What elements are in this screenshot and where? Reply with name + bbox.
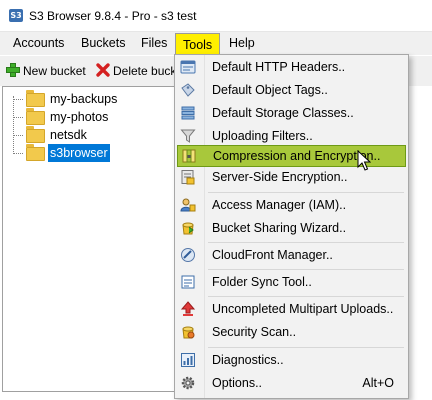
- menu-item-diagnostics[interactable]: Diagnostics..: [177, 349, 406, 371]
- menu-item-uploading-filters[interactable]: Uploading Filters..: [177, 125, 406, 147]
- menu-item-label: Uploading Filters..: [212, 129, 313, 143]
- security-scan-icon: [182, 326, 195, 339]
- menu-item-label: CloudFront Manager..: [212, 248, 333, 262]
- storage-classes-icon: [181, 106, 195, 120]
- cloudfront-icon: [181, 248, 195, 262]
- menu-files[interactable]: Files: [134, 32, 174, 55]
- delete-bucket-label: Delete buck: [113, 64, 177, 78]
- menu-item-label: Bucket Sharing Wizard..: [212, 221, 347, 235]
- menu-item-label: Default HTTP Headers..: [212, 60, 346, 74]
- menu-separator: [208, 242, 404, 243]
- mouse-cursor-icon: [357, 150, 371, 171]
- plus-icon: [6, 63, 20, 77]
- menu-item-label: Default Object Tags..: [212, 83, 328, 97]
- menu-item-label: Folder Sync Tool..: [212, 275, 312, 289]
- menu-separator: [208, 347, 404, 348]
- menu-item-label: Uncompleted Multipart Uploads..: [212, 302, 394, 316]
- menu-item-default-object-tags[interactable]: Default Object Tags..: [177, 79, 406, 101]
- delete-x-icon: [96, 63, 110, 77]
- folder-sync-icon: [181, 275, 195, 289]
- menu-item-security-scan[interactable]: Security Scan..: [177, 321, 406, 343]
- menu-item-label: Security Scan..: [212, 325, 297, 339]
- menu-item-label: Access Manager (IAM)..: [212, 198, 347, 212]
- menu-item-folder-sync-tool[interactable]: Folder Sync Tool..: [177, 271, 406, 293]
- title-bar: S3 S3 Browser 9.8.4 - Pro - s3 test: [0, 0, 432, 32]
- menu-item-default-http-headers[interactable]: Default HTTP Headers..: [177, 56, 406, 78]
- menu-help[interactable]: Help: [222, 32, 262, 55]
- folder-icon: [26, 90, 45, 107]
- menu-item-shortcut: Alt+O: [362, 376, 394, 390]
- menu-bar: Accounts Buckets Files Tools Help: [0, 32, 432, 56]
- menu-item-options[interactable]: Options.. Alt+O: [177, 372, 406, 394]
- access-manager-icon: [180, 198, 196, 212]
- folder-icon: [26, 108, 45, 125]
- menu-item-label: Diagnostics..: [212, 353, 284, 367]
- menu-item-cloudfront-manager[interactable]: CloudFront Manager..: [177, 244, 406, 266]
- bucket-tree[interactable]: my-backups my-photos netsdk s3browser: [2, 86, 178, 392]
- menu-item-access-manager[interactable]: Access Manager (IAM)..: [177, 194, 406, 216]
- compression-icon: [182, 149, 196, 163]
- gear-icon: [181, 376, 195, 390]
- folder-icon: [26, 144, 45, 161]
- menu-tools[interactable]: Tools: [175, 33, 221, 56]
- tree-item-label: my-backups: [50, 92, 118, 106]
- menu-item-server-side-encryption[interactable]: Server-Side Encryption..: [177, 166, 406, 188]
- menu-item-label: Compression and Encryption..: [213, 149, 381, 163]
- folder-icon: [26, 126, 45, 143]
- delete-bucket-button[interactable]: Delete buck: [95, 62, 176, 80]
- menu-buckets[interactable]: Buckets: [74, 32, 132, 55]
- sharing-icon: [182, 222, 194, 235]
- menu-item-uncompleted-multipart-uploads[interactable]: Uncompleted Multipart Uploads..: [177, 298, 406, 320]
- filter-icon: [180, 129, 196, 143]
- menu-item-label: Default Storage Classes..: [212, 106, 354, 120]
- menu-item-bucket-sharing-wizard[interactable]: Bucket Sharing Wizard..: [177, 217, 406, 239]
- http-headers-icon: [180, 60, 196, 74]
- menu-separator: [208, 269, 404, 270]
- tags-icon: [181, 83, 195, 97]
- app-icon: S3: [9, 9, 23, 22]
- tree-item-label: netsdk: [50, 128, 87, 142]
- menu-item-default-storage-classes[interactable]: Default Storage Classes..: [177, 102, 406, 124]
- menu-item-label: Server-Side Encryption..: [212, 170, 348, 184]
- new-bucket-button[interactable]: New bucket: [5, 62, 86, 80]
- menu-separator: [208, 192, 404, 193]
- menu-accounts[interactable]: Accounts: [6, 32, 71, 55]
- menu-item-compression-encryption[interactable]: Compression and Encryption..: [177, 145, 406, 167]
- multipart-upload-icon: [180, 301, 196, 316]
- tree-item-label: s3browser: [48, 144, 110, 162]
- menu-separator: [208, 296, 404, 297]
- new-bucket-label: New bucket: [23, 64, 86, 78]
- tree-item-label: my-photos: [50, 110, 109, 124]
- window-title: S3 Browser 9.8.4 - Pro - s3 test: [29, 9, 197, 23]
- menu-item-label: Options..: [212, 376, 263, 390]
- diagnostics-icon: [181, 353, 195, 367]
- tree-connector-line: [13, 96, 14, 152]
- server-encryption-icon: [181, 170, 195, 185]
- tools-dropdown-menu: Default HTTP Headers.. Default Object Ta…: [174, 54, 409, 399]
